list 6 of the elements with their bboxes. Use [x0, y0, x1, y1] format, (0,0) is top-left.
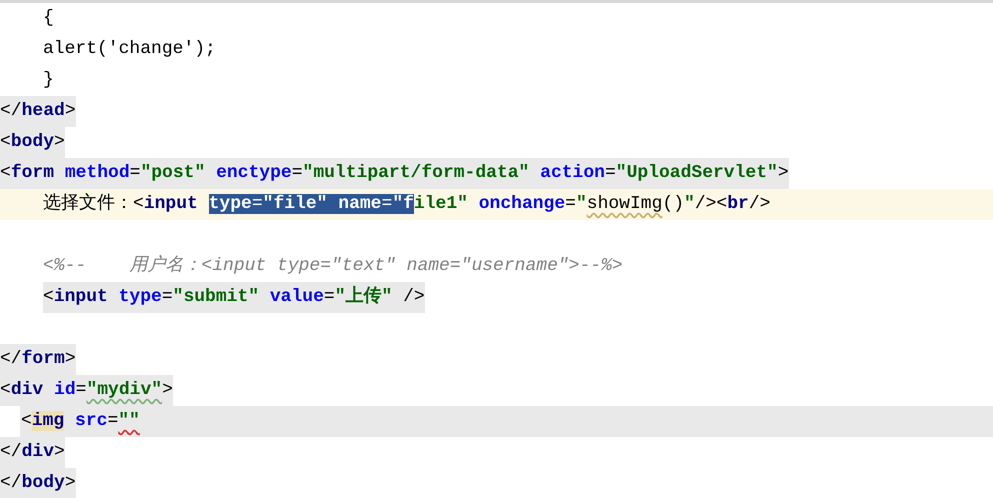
code-line: 选择文件：<input type="file" name="file1" onchange="showImg()"/><br/> — [43, 192, 770, 216]
code-line: } — [43, 69, 54, 92]
code-line: <img src="" — [21, 410, 140, 433]
code-line: alert('change'); — [43, 38, 216, 61]
code-line: { — [43, 7, 54, 30]
code-line: <%-- 用户名：<input type="text" name="username">--%> — [43, 254, 623, 278]
